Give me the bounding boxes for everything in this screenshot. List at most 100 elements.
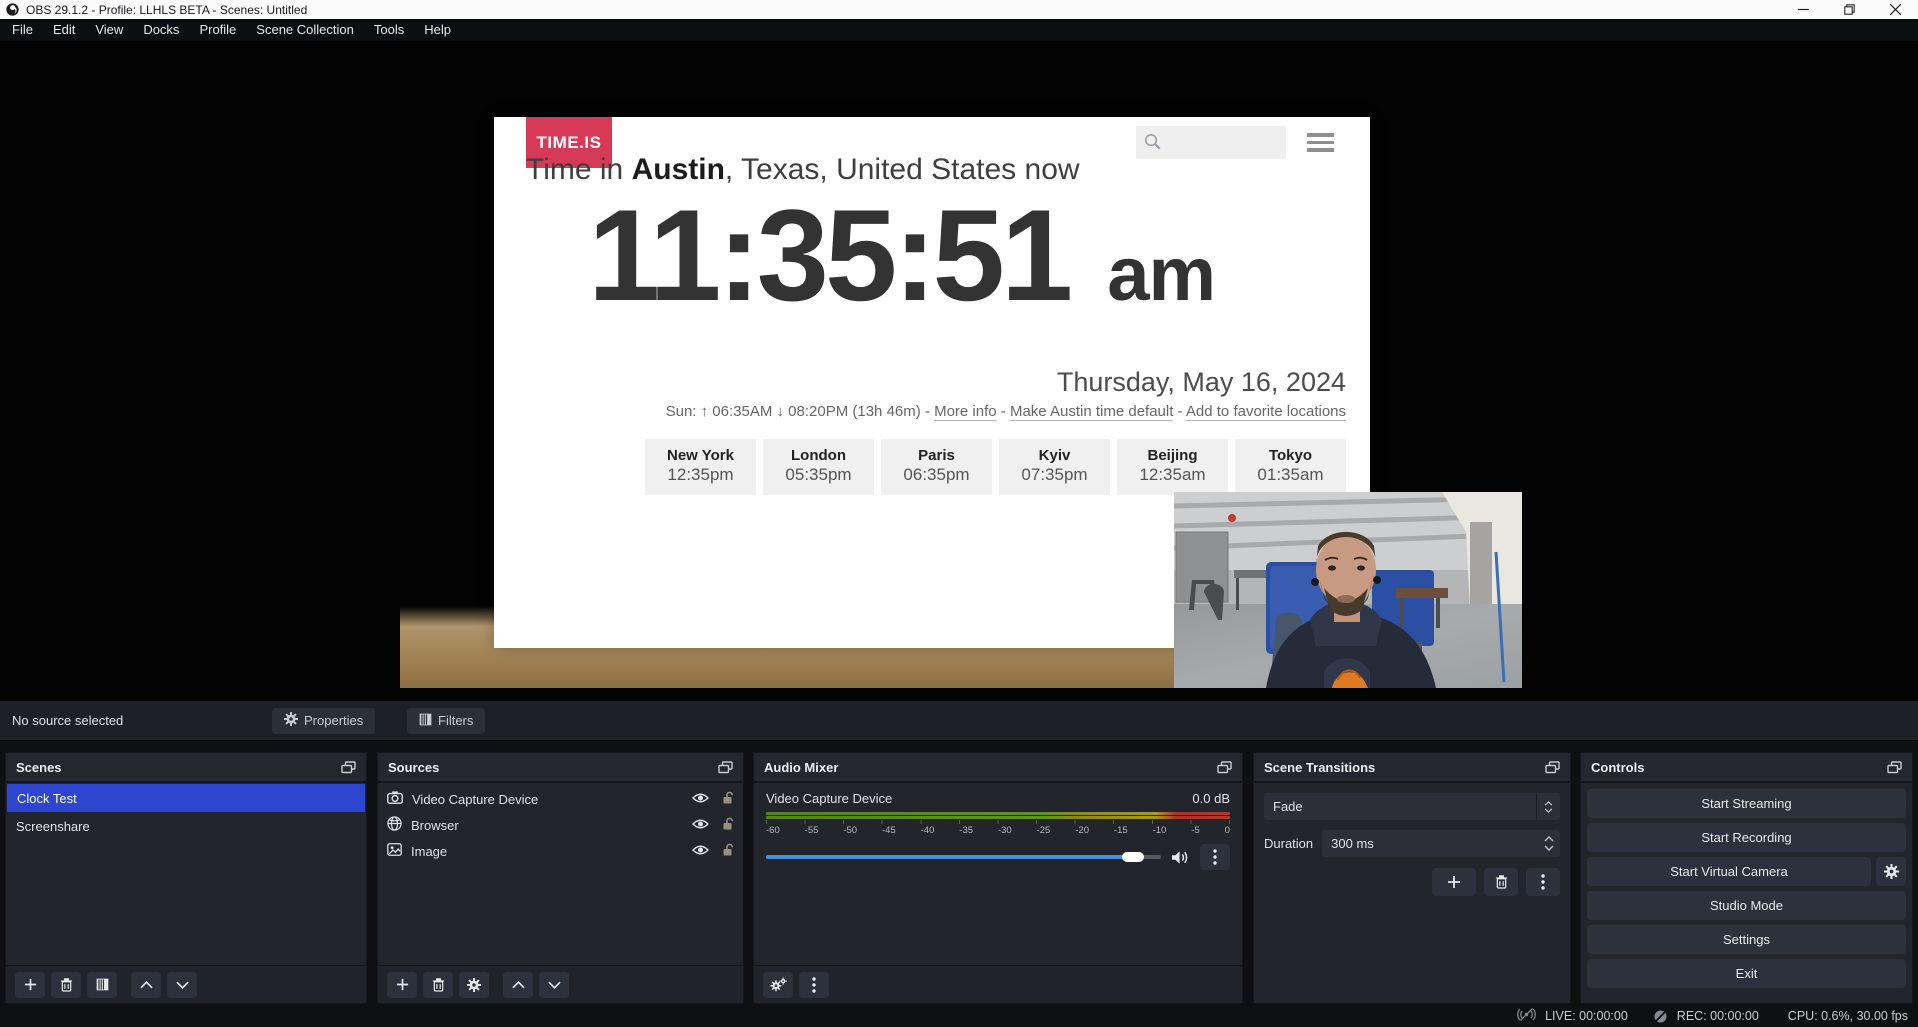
city-card: New York12:35pm <box>645 439 756 495</box>
remove-scene-button[interactable] <box>51 972 81 998</box>
obs-window: OBS 29.1.2 - Profile: LLHLS BETA - Scene… <box>0 0 1918 1027</box>
lock-icon[interactable] <box>722 843 734 860</box>
preview-canvas[interactable]: TIME.IS Time in Austin, Texas, United St… <box>400 55 1522 688</box>
popout-dock-icon[interactable] <box>718 761 733 774</box>
window-controls <box>1780 0 1918 19</box>
transitions-header[interactable]: Scene Transitions <box>1254 753 1570 783</box>
dock-area: Scenes Clock Test Screenshare Sources <box>0 741 1918 1005</box>
menu-scene-collection[interactable]: Scene Collection <box>246 19 364 41</box>
virtual-camera-settings-button[interactable] <box>1876 857 1906 886</box>
filters-button[interactable]: Filters <box>407 708 485 734</box>
studio-mode-button[interactable]: Studio Mode <box>1587 891 1906 920</box>
remove-source-button[interactable] <box>423 972 453 998</box>
move-source-down-button[interactable] <box>539 972 569 998</box>
transition-options-button[interactable] <box>1526 868 1560 896</box>
remove-transition-button[interactable] <box>1484 868 1518 896</box>
gear-icon <box>284 712 298 729</box>
restore-button[interactable] <box>1826 0 1872 19</box>
add-source-button[interactable] <box>387 972 417 998</box>
scene-item-clock-test[interactable]: Clock Test <box>7 784 365 812</box>
clock-ampm: am <box>1107 231 1215 318</box>
meter-scale: -60-55-50-45-40-35-30-25-20-15-10-50 <box>766 825 1230 836</box>
channel-options-button[interactable] <box>1200 844 1230 870</box>
source-item-video-capture[interactable]: Video Capture Device <box>378 786 743 812</box>
city-card: Tokyo01:35am <box>1235 439 1346 495</box>
timeis-search-box <box>1136 126 1286 159</box>
volume-meter <box>766 812 1230 815</box>
popout-dock-icon[interactable] <box>341 761 356 774</box>
scene-filters-button[interactable] <box>87 972 117 998</box>
sources-panel: Sources Video Capture Device Browser <box>377 752 744 1004</box>
volume-slider[interactable] <box>766 855 1161 859</box>
obs-logo-icon <box>6 3 19 16</box>
visibility-eye-icon[interactable] <box>692 818 709 833</box>
cpu-stats: CPU: 0.6%, 30.00 fps <box>1788 1009 1908 1023</box>
timeis-sun-info: Sun: ↑ 06:35AM ↓ 08:20PM (13h 46m) - Mor… <box>554 403 1346 420</box>
menu-docks[interactable]: Docks <box>133 19 189 41</box>
controls-header[interactable]: Controls <box>1581 753 1912 783</box>
scene-list: Clock Test Screenshare <box>6 783 366 840</box>
source-item-image[interactable]: Image <box>378 838 743 864</box>
move-scene-down-button[interactable] <box>167 972 197 998</box>
lock-icon[interactable] <box>722 817 734 834</box>
menu-edit[interactable]: Edit <box>43 19 85 41</box>
mixer-channel-name: Video Capture Device <box>766 791 892 806</box>
scene-item-screenshare[interactable]: Screenshare <box>6 812 366 840</box>
transition-dropdown[interactable]: Fade <box>1264 793 1560 820</box>
mixer-toolbar <box>754 965 1242 1003</box>
image-icon <box>387 843 402 859</box>
scenes-panel: Scenes Clock Test Screenshare <box>5 752 367 1004</box>
volume-meter <box>766 816 1230 819</box>
menu-file[interactable]: File <box>2 19 43 41</box>
speaker-icon[interactable] <box>1171 850 1190 865</box>
close-button[interactable] <box>1872 0 1918 19</box>
menu-view[interactable]: View <box>85 19 133 41</box>
add-scene-button[interactable] <box>15 972 45 998</box>
visibility-eye-icon[interactable] <box>692 844 709 859</box>
settings-button[interactable]: Settings <box>1587 925 1906 954</box>
scenes-panel-header[interactable]: Scenes <box>6 753 366 783</box>
audio-mixer-header[interactable]: Audio Mixer <box>754 753 1242 783</box>
move-scene-up-button[interactable] <box>131 972 161 998</box>
webcam-overlay <box>1174 492 1522 688</box>
meter-ticks <box>766 820 1230 824</box>
duration-spinbox[interactable]: 300 ms <box>1322 830 1560 857</box>
stream-inactive-icon <box>1517 1007 1536 1025</box>
add-transition-button[interactable] <box>1432 868 1476 896</box>
mixer-options-button[interactable] <box>799 972 829 998</box>
mixer-channel: Video Capture Device 0.0 dB -60-55-50-45… <box>754 783 1242 870</box>
properties-button[interactable]: Properties <box>272 708 375 734</box>
timeis-clock: 11:35:51 am <box>588 181 1215 331</box>
start-recording-button[interactable]: Start Recording <box>1587 823 1906 852</box>
volume-slider-handle[interactable] <box>1122 852 1144 862</box>
source-list: Video Capture Device Browser <box>378 783 743 864</box>
source-status-text: No source selected <box>12 713 123 728</box>
source-properties-button[interactable] <box>459 972 489 998</box>
sources-panel-header[interactable]: Sources <box>378 753 743 783</box>
start-virtual-camera-button[interactable]: Start Virtual Camera <box>1587 857 1871 886</box>
visibility-eye-icon[interactable] <box>692 792 709 807</box>
controls-panel: Controls Start Streaming Start Recording… <box>1580 752 1913 1004</box>
move-source-up-button[interactable] <box>503 972 533 998</box>
sources-toolbar <box>378 965 743 1003</box>
city-card: Beijing12:35am <box>1117 439 1228 495</box>
make-default-link: Make Austin time default <box>1010 403 1173 421</box>
menubar: File Edit View Docks Profile Scene Colle… <box>0 19 1918 41</box>
popout-dock-icon[interactable] <box>1887 761 1902 774</box>
menu-profile[interactable]: Profile <box>189 19 246 41</box>
lock-icon[interactable] <box>722 791 734 808</box>
popout-dock-icon[interactable] <box>1217 761 1232 774</box>
menu-tools[interactable]: Tools <box>364 19 414 41</box>
live-time: LIVE: 00:00:00 <box>1545 1009 1628 1023</box>
menu-help[interactable]: Help <box>414 19 461 41</box>
spinner-chevrons-icon[interactable] <box>1538 836 1560 851</box>
start-streaming-button[interactable]: Start Streaming <box>1587 789 1906 818</box>
source-item-browser[interactable]: Browser <box>378 812 743 838</box>
window-title: OBS 29.1.2 - Profile: LLHLS BETA - Scene… <box>26 3 307 17</box>
advanced-audio-button[interactable] <box>763 972 793 998</box>
clock-time: 11:35:51 <box>588 181 1069 331</box>
popout-dock-icon[interactable] <box>1545 761 1560 774</box>
timeis-city-times: New York12:35pm London05:35pm Paris06:35… <box>554 439 1346 495</box>
exit-button[interactable]: Exit <box>1587 959 1906 988</box>
minimize-button[interactable] <box>1780 0 1826 19</box>
